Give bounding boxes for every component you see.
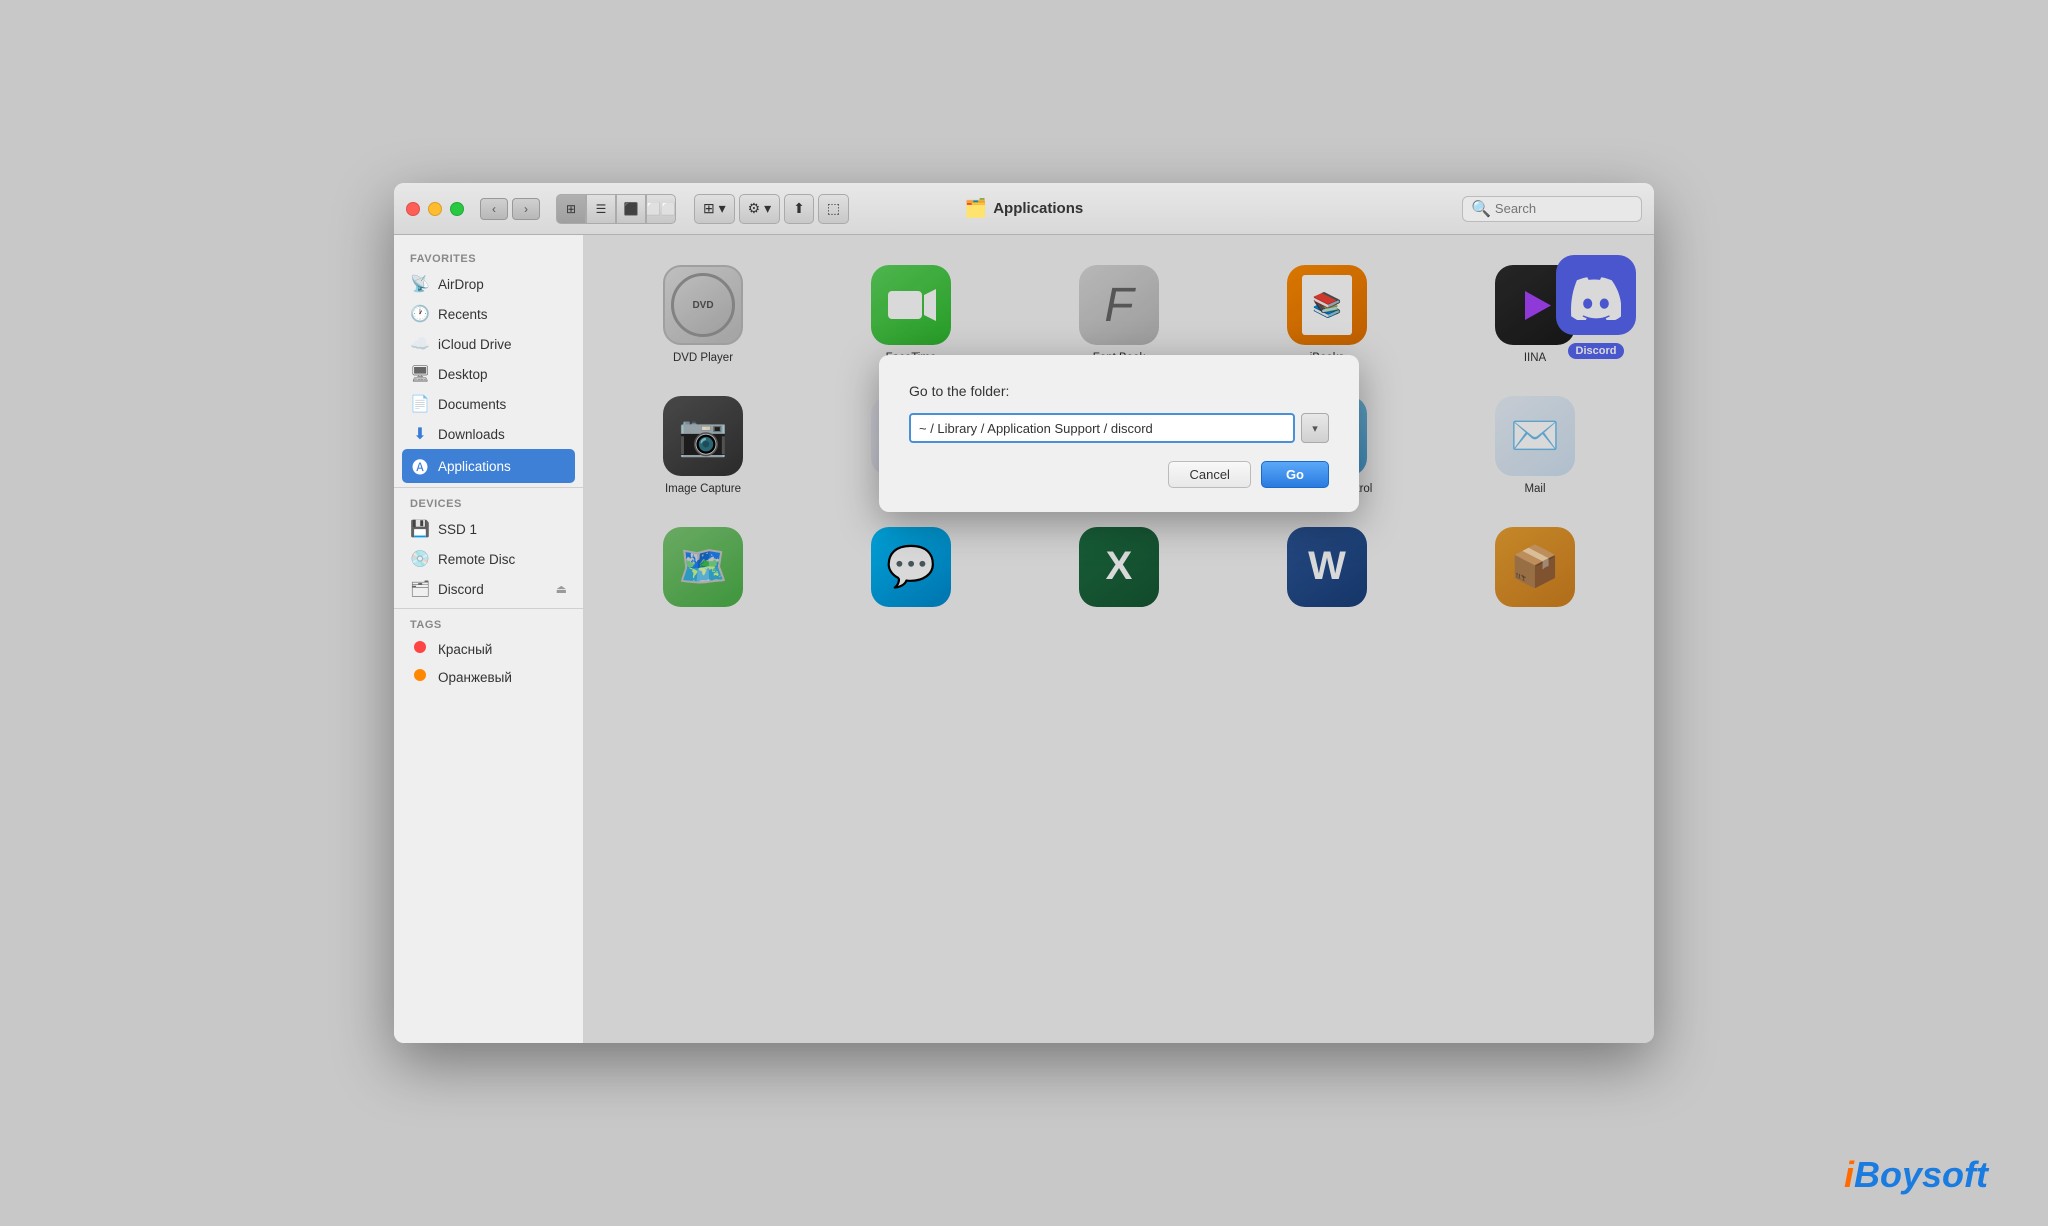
watermark-boysoft: Boysoft [1854, 1154, 1988, 1195]
nav-buttons: ‹ › [480, 198, 540, 220]
tags-label: Tags [394, 613, 583, 635]
eject-icon[interactable]: ⏏ [556, 582, 567, 596]
sidebar-item-discord[interactable]: 🗂 Discord ⏏ [394, 574, 583, 604]
sidebar-remotedisc-label: Remote Disc [438, 552, 515, 567]
iboysoft-watermark: iBoysoft [1844, 1154, 1988, 1196]
sidebar-item-documents[interactable]: 📄 Documents [394, 389, 583, 419]
sidebar-item-remotedisc[interactable]: 💿 Remote Disc [394, 544, 583, 574]
modal-input-row: ▾ [909, 413, 1329, 443]
column-view-button[interactable]: ⬛ [616, 194, 646, 224]
modal-overlay: Go to the folder: ▾ Cancel Go [584, 235, 1654, 1043]
main-content: Favorites 📡 AirDrop 🕐 Recents ☁️ iCloud … [394, 235, 1654, 1043]
folder-dropdown-button[interactable]: ▾ [1301, 413, 1329, 443]
tag-button[interactable]: ⬚ [818, 194, 849, 224]
modal-title: Go to the folder: [909, 383, 1329, 399]
traffic-lights [406, 202, 464, 216]
sidebar-divider-1 [394, 487, 583, 488]
sidebar-item-tag-orange[interactable]: Оранжевый [394, 663, 583, 691]
desktop-icon: 🖥 [410, 364, 430, 384]
tag-orange-icon [410, 668, 430, 686]
sidebar-item-tag-red[interactable]: Красный [394, 635, 583, 663]
sidebar-icloud-label: iCloud Drive [438, 337, 512, 352]
discord-drive-icon: 🗂 [410, 579, 430, 599]
downloads-icon: ⬇ [410, 424, 430, 444]
icon-view-button[interactable]: ⊞ [556, 194, 586, 224]
applications-icon: 🅐 [410, 454, 430, 478]
search-icon: 🔍 [1471, 199, 1491, 219]
list-view-button[interactable]: ☰ [586, 194, 616, 224]
title-bar: ‹ › ⊞ ☰ ⬛ ⬜⬜ ⊞ ▾ ⚙ ▾ ⬆ ⬚ 🗂️ Applications… [394, 183, 1654, 235]
watermark-i: i [1844, 1154, 1854, 1195]
remotedisc-icon: 💿 [410, 549, 430, 569]
sidebar-ssd-label: SSD 1 [438, 522, 477, 537]
cancel-button[interactable]: Cancel [1168, 461, 1250, 488]
forward-button[interactable]: › [512, 198, 540, 220]
close-button[interactable] [406, 202, 420, 216]
go-button[interactable]: Go [1261, 461, 1329, 488]
sidebar-tag-orange-label: Оранжевый [438, 670, 512, 685]
sidebar-item-recents[interactable]: 🕐 Recents [394, 299, 583, 329]
sidebar-item-desktop[interactable]: 🖥 Desktop [394, 359, 583, 389]
search-box[interactable]: 🔍 [1462, 196, 1642, 222]
sidebar-item-airdrop[interactable]: 📡 AirDrop [394, 269, 583, 299]
search-input[interactable] [1495, 201, 1633, 216]
minimize-button[interactable] [428, 202, 442, 216]
window-title: 🗂️ Applications [965, 198, 1083, 219]
icloud-icon: ☁️ [410, 334, 430, 354]
sidebar-discord-label: Discord [438, 582, 484, 597]
back-button[interactable]: ‹ [480, 198, 508, 220]
arrange-button[interactable]: ⊞ ▾ [694, 194, 735, 224]
modal-buttons: Cancel Go [909, 461, 1329, 488]
sidebar-documents-label: Documents [438, 397, 506, 412]
sidebar-item-downloads[interactable]: ⬇ Downloads [394, 419, 583, 449]
tag-red-icon [410, 640, 430, 658]
share-button[interactable]: ⬆ [784, 194, 814, 224]
sidebar-item-ssd1[interactable]: 💾 SSD 1 [394, 514, 583, 544]
devices-label: Devices [394, 492, 583, 514]
sidebar-downloads-label: Downloads [438, 427, 505, 442]
sidebar-item-applications[interactable]: 🅐 Applications [402, 449, 575, 483]
sidebar-airdrop-label: AirDrop [438, 277, 484, 292]
documents-icon: 📄 [410, 394, 430, 414]
sidebar-tag-red-label: Красный [438, 642, 492, 657]
favorites-label: Favorites [394, 247, 583, 269]
window-title-icon: 🗂️ [965, 198, 987, 219]
maximize-button[interactable] [450, 202, 464, 216]
finder-window: ‹ › ⊞ ☰ ⬛ ⬜⬜ ⊞ ▾ ⚙ ▾ ⬆ ⬚ 🗂️ Applications… [394, 183, 1654, 1043]
sidebar-applications-label: Applications [438, 459, 511, 474]
action-button[interactable]: ⚙ ▾ [739, 194, 780, 224]
view-mode-buttons: ⊞ ☰ ⬛ ⬜⬜ [556, 194, 676, 224]
sidebar-recents-label: Recents [438, 307, 488, 322]
ssd-icon: 💾 [410, 519, 430, 539]
sidebar-item-icloud[interactable]: ☁️ iCloud Drive [394, 329, 583, 359]
folder-path-input[interactable] [909, 413, 1295, 443]
sidebar-divider-2 [394, 608, 583, 609]
recents-icon: 🕐 [410, 304, 430, 324]
goto-folder-dialog: Go to the folder: ▾ Cancel Go [879, 355, 1359, 512]
airdrop-icon: 📡 [410, 274, 430, 294]
file-grid: Discord DVD DVD Player FaceTime [584, 235, 1654, 1043]
sidebar-desktop-label: Desktop [438, 367, 488, 382]
sidebar: Favorites 📡 AirDrop 🕐 Recents ☁️ iCloud … [394, 235, 584, 1043]
coverflow-view-button[interactable]: ⬜⬜ [646, 194, 676, 224]
